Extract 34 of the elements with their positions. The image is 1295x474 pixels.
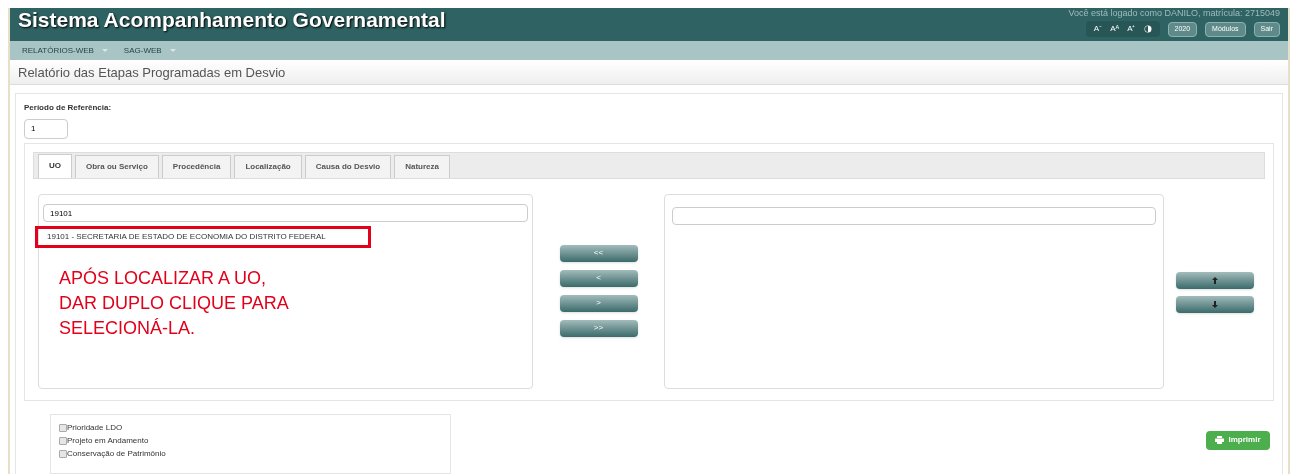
annotation-text: SELECIONÁ-LA. xyxy=(59,317,197,340)
up-arrow-icon xyxy=(1211,277,1218,284)
tab[interactable]: Procedência xyxy=(161,155,232,178)
font-size-button[interactable]: A⁺ xyxy=(1127,23,1136,35)
app-title: Sistema Acompanhamento Governamental xyxy=(18,8,446,33)
user-info: Você está logado como DANILO, matrícula: 2715049 xyxy=(1068,8,1280,19)
tab[interactable]: UO xyxy=(38,154,72,178)
checkbox[interactable] xyxy=(59,437,67,446)
font-size-button[interactable]: Aᴬ xyxy=(1110,23,1120,35)
checkbox[interactable] xyxy=(59,424,67,433)
list-item[interactable]: 19101 - SECRETARIA DE ESTADO DE ECONOMIA DO DISTRITO FEDERAL xyxy=(35,226,371,248)
tab[interactable]: Causa do Desvio xyxy=(304,155,392,178)
search-field[interactable] xyxy=(672,207,1156,226)
move-up-button[interactable] xyxy=(1175,272,1254,289)
move-down-button[interactable] xyxy=(1175,296,1254,313)
annotation-text: DAR DUPLO CLIQUE PARA xyxy=(59,292,290,315)
tab[interactable]: Obra ou Serviço xyxy=(75,155,159,178)
tab[interactable]: Localização xyxy=(234,155,302,178)
checkbox[interactable] xyxy=(59,450,67,459)
nav-menu[interactable]: SAG-WEB xyxy=(123,44,176,57)
period-input[interactable]: 1 xyxy=(24,119,68,139)
annotation-text: APÓS LOCALIZAR A UO, xyxy=(59,266,268,290)
checkbox-label: Projeto em Andamento xyxy=(67,435,149,448)
page-title: Relatório das Etapas Programadas em Desvio xyxy=(18,63,286,82)
period-label: Período de Referência: xyxy=(24,102,113,115)
tab[interactable]: Natureza xyxy=(394,155,450,178)
font-size-button[interactable]: A⁻ xyxy=(1093,23,1103,35)
printer-icon xyxy=(1215,436,1225,445)
checkbox-label: Conservação de Patrimônio xyxy=(67,448,166,461)
down-arrow-icon xyxy=(1211,301,1218,308)
contrast-icon[interactable] xyxy=(1143,25,1152,33)
nav-menu[interactable]: RELATÓRIOS-WEB xyxy=(22,44,108,57)
checkbox-label: Prioridade LDO xyxy=(67,422,123,435)
search-field[interactable]: 19101 xyxy=(43,204,528,223)
